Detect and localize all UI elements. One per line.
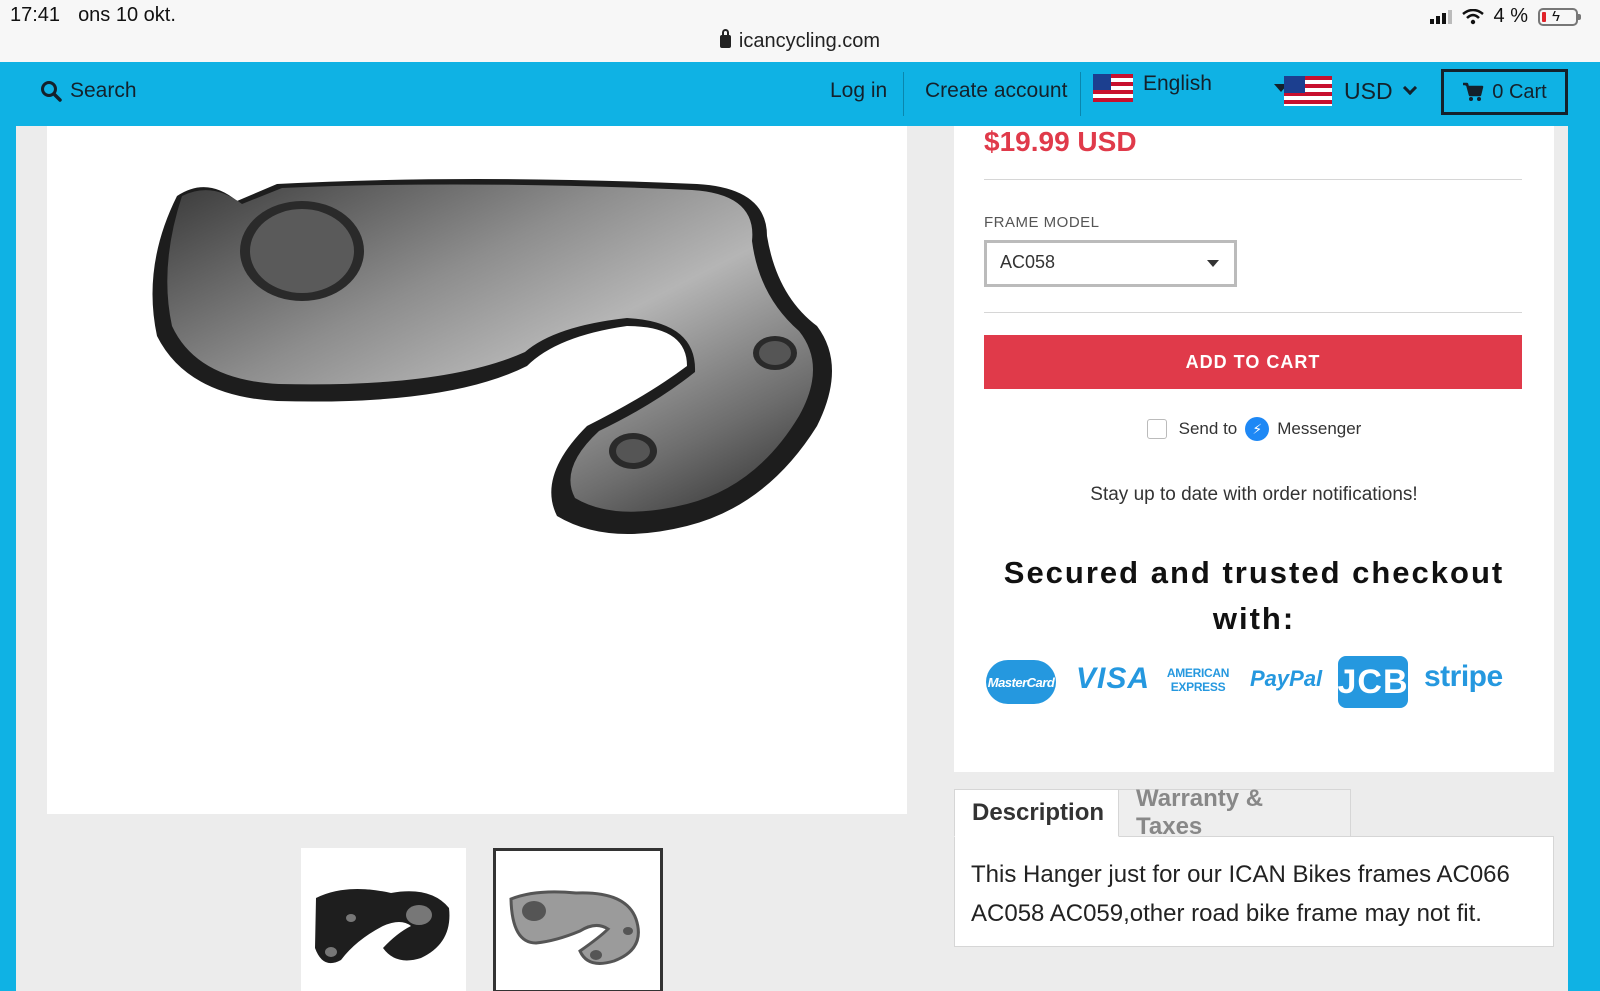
- currency-selector[interactable]: USD: [1284, 76, 1417, 106]
- us-flag-icon: [1093, 74, 1133, 102]
- product-thumbnail-selected[interactable]: [493, 848, 663, 991]
- messenger-icon: ⚡: [1245, 417, 1270, 441]
- mastercard-logo: MasterCard: [986, 660, 1056, 704]
- buy-panel: $19.99 USD FRAME MODEL AC058 ADD TO CART…: [954, 126, 1554, 772]
- stripe-logo: stripe: [1424, 660, 1503, 693]
- notification-text: Stay up to date with order notifications…: [1090, 484, 1418, 505]
- cart-button[interactable]: 0 Cart: [1441, 69, 1568, 115]
- payment-logos: MasterCard VISA AMERICAN EXPRESS PayPal …: [986, 656, 1526, 710]
- frame-model-label: FRAME MODEL: [984, 214, 1100, 231]
- jcb-logo: JCB: [1337, 656, 1408, 708]
- battery-icon: ϟ: [1538, 7, 1581, 26]
- search-label: Search: [70, 79, 137, 102]
- tab-description[interactable]: Description: [954, 789, 1119, 837]
- send-to-label: Send to: [1178, 419, 1238, 438]
- ios-status-bar: 17:41 ons 10 okt. 4 % ϟ icancycling.com: [0, 0, 1600, 62]
- secured-line-2: with:: [1212, 601, 1296, 636]
- chevron-down-icon: [1402, 80, 1417, 96]
- divider: [984, 312, 1522, 313]
- cellular-signal-icon: [1429, 9, 1452, 24]
- wifi-icon: [1461, 8, 1484, 24]
- tab-warranty-taxes[interactable]: Warranty & Taxes: [1118, 785, 1351, 840]
- nav-divider: [1080, 72, 1081, 116]
- add-to-cart-button[interactable]: ADD TO CART: [984, 335, 1522, 389]
- search-button[interactable]: Search: [40, 79, 137, 103]
- status-date: ons 10 okt.: [78, 4, 176, 26]
- secured-checkout-heading: Secured and trusted checkout with:: [974, 550, 1534, 642]
- page-background: $19.99 USD FRAME MODEL AC058 ADD TO CART…: [0, 126, 1600, 991]
- paypal-logo: PayPal: [1250, 666, 1323, 691]
- nav-divider: [903, 72, 904, 116]
- product-thumbnail[interactable]: [301, 848, 466, 991]
- frame-model-value: AC058: [1000, 252, 1056, 272]
- site-header: Search Log in Create account English USD…: [0, 62, 1600, 126]
- cart-icon: [1463, 82, 1484, 101]
- currency-label: USD: [1344, 77, 1393, 104]
- cart-label: 0 Cart: [1492, 80, 1547, 103]
- login-link[interactable]: Log in: [830, 79, 887, 103]
- language-label: English: [1143, 72, 1212, 95]
- url-text: icancycling.com: [738, 30, 881, 52]
- product-price: $19.99 USD: [984, 126, 1137, 157]
- us-flag-icon: [1284, 76, 1332, 106]
- status-time-date: 17:41 ons 10 okt.: [10, 4, 194, 27]
- amex-logo: AMERICAN EXPRESS: [1166, 666, 1230, 694]
- search-icon: [41, 81, 62, 102]
- messenger-opt-in: Send to ⚡ Messenger: [954, 417, 1554, 441]
- hanger-thumbnail-dark: [315, 889, 450, 964]
- lock-icon: [719, 29, 731, 48]
- product-main-image[interactable]: [47, 126, 907, 814]
- status-time: 17:41: [10, 4, 61, 26]
- language-selector[interactable]: English: [1093, 72, 1288, 102]
- derailleur-hanger-image: [152, 179, 832, 534]
- caret-down-icon: [1207, 260, 1219, 267]
- messenger-label: Messenger: [1277, 419, 1362, 438]
- hanger-thumbnail-silver: [509, 890, 640, 965]
- battery-percent: 4 %: [1493, 5, 1528, 27]
- status-indicators: 4 % ϟ: [1429, 5, 1581, 28]
- visa-logo: VISA: [1076, 662, 1151, 695]
- frame-model-select[interactable]: AC058: [984, 240, 1237, 287]
- address-bar[interactable]: icancycling.com: [0, 29, 1600, 53]
- product-page: $19.99 USD FRAME MODEL AC058 ADD TO CART…: [16, 126, 1568, 991]
- description-panel: This Hanger just for our ICAN Bikes fram…: [954, 836, 1554, 947]
- divider: [984, 179, 1522, 180]
- secured-line-1: Secured and trusted checkout: [1003, 555, 1505, 590]
- create-account-link[interactable]: Create account: [925, 79, 1067, 103]
- send-to-messenger-checkbox[interactable]: [1146, 419, 1167, 439]
